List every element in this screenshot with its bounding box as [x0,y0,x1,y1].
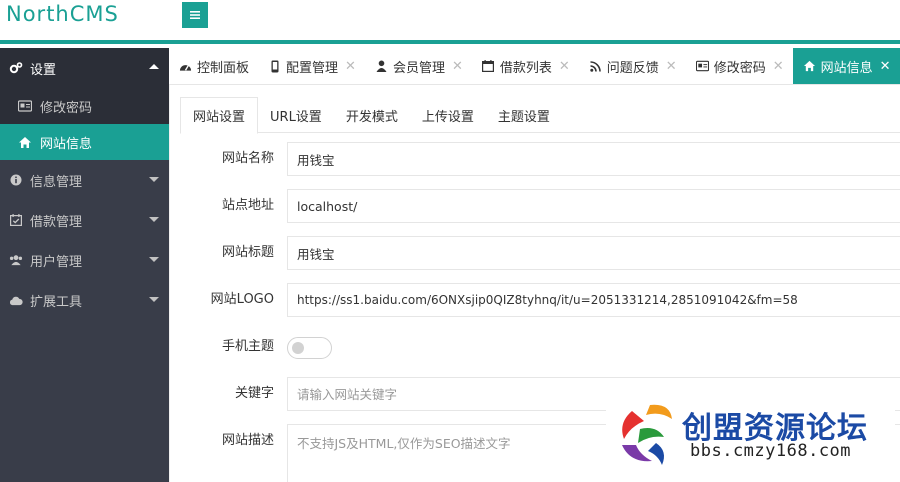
form-row-site-name: 网站名称 [170,142,900,176]
users-icon [9,253,23,267]
id-card-icon [18,99,32,113]
close-icon[interactable]: ✕ [559,59,570,74]
chevron-up-icon [149,64,159,69]
site-logo-input[interactable] [287,283,900,317]
app-logo: NorthCMS [6,2,119,26]
chevron-down-icon [149,177,159,182]
close-icon[interactable]: ✕ [345,59,356,74]
tab-loan-list[interactable]: 借款列表 ✕ [472,48,579,84]
mobile-icon [268,60,281,73]
menu-toggle-button[interactable] [182,2,208,28]
page-tabbar: 控制面板 配置管理 ✕ 会员管理 ✕ 借款列表 ✕ 问题反馈 ✕ 修改密码 ✕ [169,48,900,85]
sidebar-submenu-settings: 修改密码 网站信息 [0,88,169,160]
mobile-theme-toggle[interactable] [287,337,332,359]
hamburger-icon [190,11,200,19]
sidebar-item-settings[interactable]: 设置 [0,48,169,88]
id-card-icon [695,60,709,73]
watermark-url: bbs.cmzy168.com [690,441,852,461]
close-icon[interactable]: ✕ [773,59,784,74]
forum-watermark: 创盟资源论坛 bbs.cmzy168.com [606,395,895,475]
calendar-check-icon [9,213,23,227]
gears-icon [9,61,23,75]
form-row-mobile-theme: 手机主题 [170,330,900,364]
home-icon [18,135,32,149]
tab-member-management[interactable]: 会员管理 ✕ [365,48,472,84]
sidebar-item-label: 设置 [30,62,57,78]
description-label: 网站描述 [221,433,274,448]
calendar-icon [482,60,495,73]
site-name-label: 网站名称 [221,151,274,166]
rss-icon [589,60,602,73]
tab-label: 网站信息 [820,60,873,76]
sidebar-item-label: 用户管理 [30,254,83,270]
subtab-upload-settings[interactable]: 上传设置 [410,97,486,133]
form-row-site-url: 站点地址 [170,189,900,223]
site-url-input[interactable] [287,189,900,223]
chevron-down-icon [149,217,159,222]
chevron-down-icon [149,257,159,262]
subtab-theme-settings[interactable]: 主题设置 [486,97,562,133]
tab-label: 配置管理 [286,60,339,76]
sidebar-subitem-label: 网站信息 [40,136,93,152]
sidebar-item-info-management[interactable]: 信息管理 [0,160,169,200]
chevron-down-icon [149,297,159,302]
settings-subtabs: 网站设置 URL设置 开发模式 上传设置 主题设置 [180,97,900,134]
subtab-site-settings[interactable]: 网站设置 [180,97,259,134]
subtab-dev-mode[interactable]: 开发模式 [334,97,410,133]
site-logo-label: 网站LOGO [210,292,274,307]
watermark-logo-icon [622,404,672,465]
toggle-knob [292,342,304,354]
info-icon [9,173,23,187]
tab-label: 修改密码 [713,60,766,76]
sidebar: 设置 修改密码 网站信息 信息管理 借款管理 用户管理 扩展工具 [0,48,169,482]
site-url-label: 站点地址 [221,198,274,213]
sidebar-item-extension-tools[interactable]: 扩展工具 [0,280,169,320]
sidebar-subitem-site-info[interactable]: 网站信息 [0,124,169,160]
home-icon [803,60,816,73]
sidebar-subitem-change-password[interactable]: 修改密码 [0,88,169,124]
top-header: NorthCMS [0,0,900,44]
sidebar-item-label: 信息管理 [30,174,83,190]
tab-label: 问题反馈 [606,60,659,76]
subtab-url-settings[interactable]: URL设置 [258,97,334,133]
close-icon[interactable]: ✕ [880,59,891,74]
user-icon [375,60,388,73]
dashboard-icon [179,60,192,73]
tab-label: 会员管理 [392,60,445,76]
sidebar-item-loan-management[interactable]: 借款管理 [0,200,169,240]
sidebar-item-label: 借款管理 [30,214,83,230]
form-row-site-title: 网站标题 [170,236,900,270]
form-row-site-logo: 网站LOGO [170,283,900,317]
sidebar-item-label: 扩展工具 [30,294,83,310]
site-name-input[interactable] [287,142,900,176]
tab-change-password[interactable]: 修改密码 ✕ [686,48,793,84]
tab-feedback[interactable]: 问题反馈 ✕ [579,48,686,84]
close-icon[interactable]: ✕ [666,59,677,74]
sidebar-subitem-label: 修改密码 [40,100,93,116]
tab-config-management[interactable]: 配置管理 ✕ [258,48,365,84]
close-icon[interactable]: ✕ [452,59,463,74]
tab-site-info[interactable]: 网站信息 ✕ [792,48,900,84]
tab-label: 借款列表 [499,60,552,76]
mobile-theme-label: 手机主题 [221,339,274,354]
cloud-icon [9,293,23,307]
tab-label: 控制面板 [197,60,250,76]
keywords-label: 关键字 [234,386,274,401]
sidebar-item-user-management[interactable]: 用户管理 [0,240,169,280]
tab-dashboard[interactable]: 控制面板 [169,48,258,84]
site-title-label: 网站标题 [221,245,274,260]
site-title-input[interactable] [287,236,900,270]
